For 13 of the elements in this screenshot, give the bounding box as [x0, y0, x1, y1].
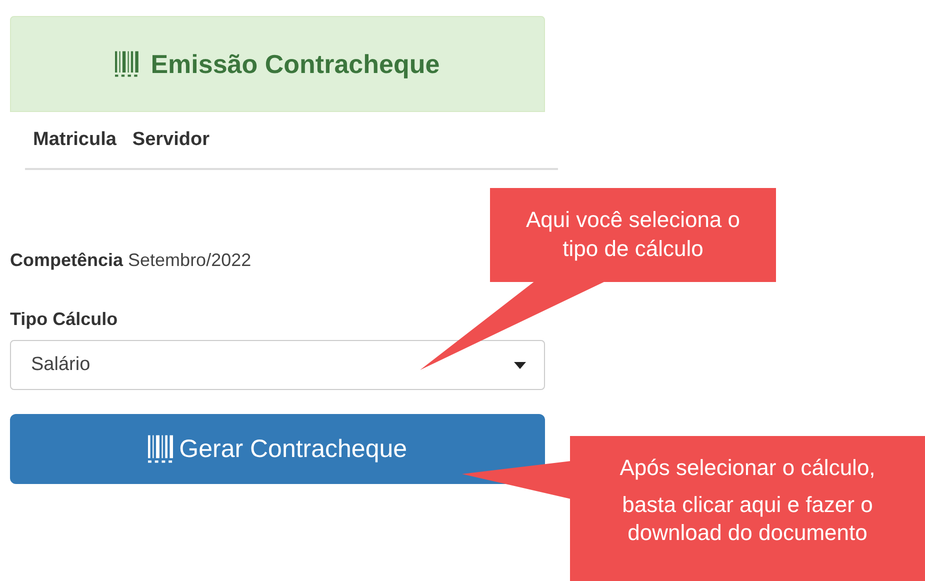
caret-icon [514, 362, 526, 368]
field-label: Competência [10, 250, 124, 271]
barcode-icon [148, 435, 174, 463]
callout: Após selecionar o cálculo, basta clicar aqui e fazer o download do documento [570, 436, 925, 581]
field-value: Setembro/2022 [128, 250, 252, 271]
column-header: Servidor [132, 129, 210, 151]
callout: Aqui você seleciona o tipo de cálculo [490, 188, 776, 282]
barcode-icon [115, 51, 139, 77]
column-header: Matricula [33, 129, 116, 151]
panel-title: Emissão Contracheque [150, 48, 440, 80]
calculation-type-select[interactable]: Salário [10, 340, 545, 390]
field-label: Tipo Cálculo [10, 309, 119, 330]
generate-button[interactable]: Gerar Contracheque [10, 414, 545, 484]
